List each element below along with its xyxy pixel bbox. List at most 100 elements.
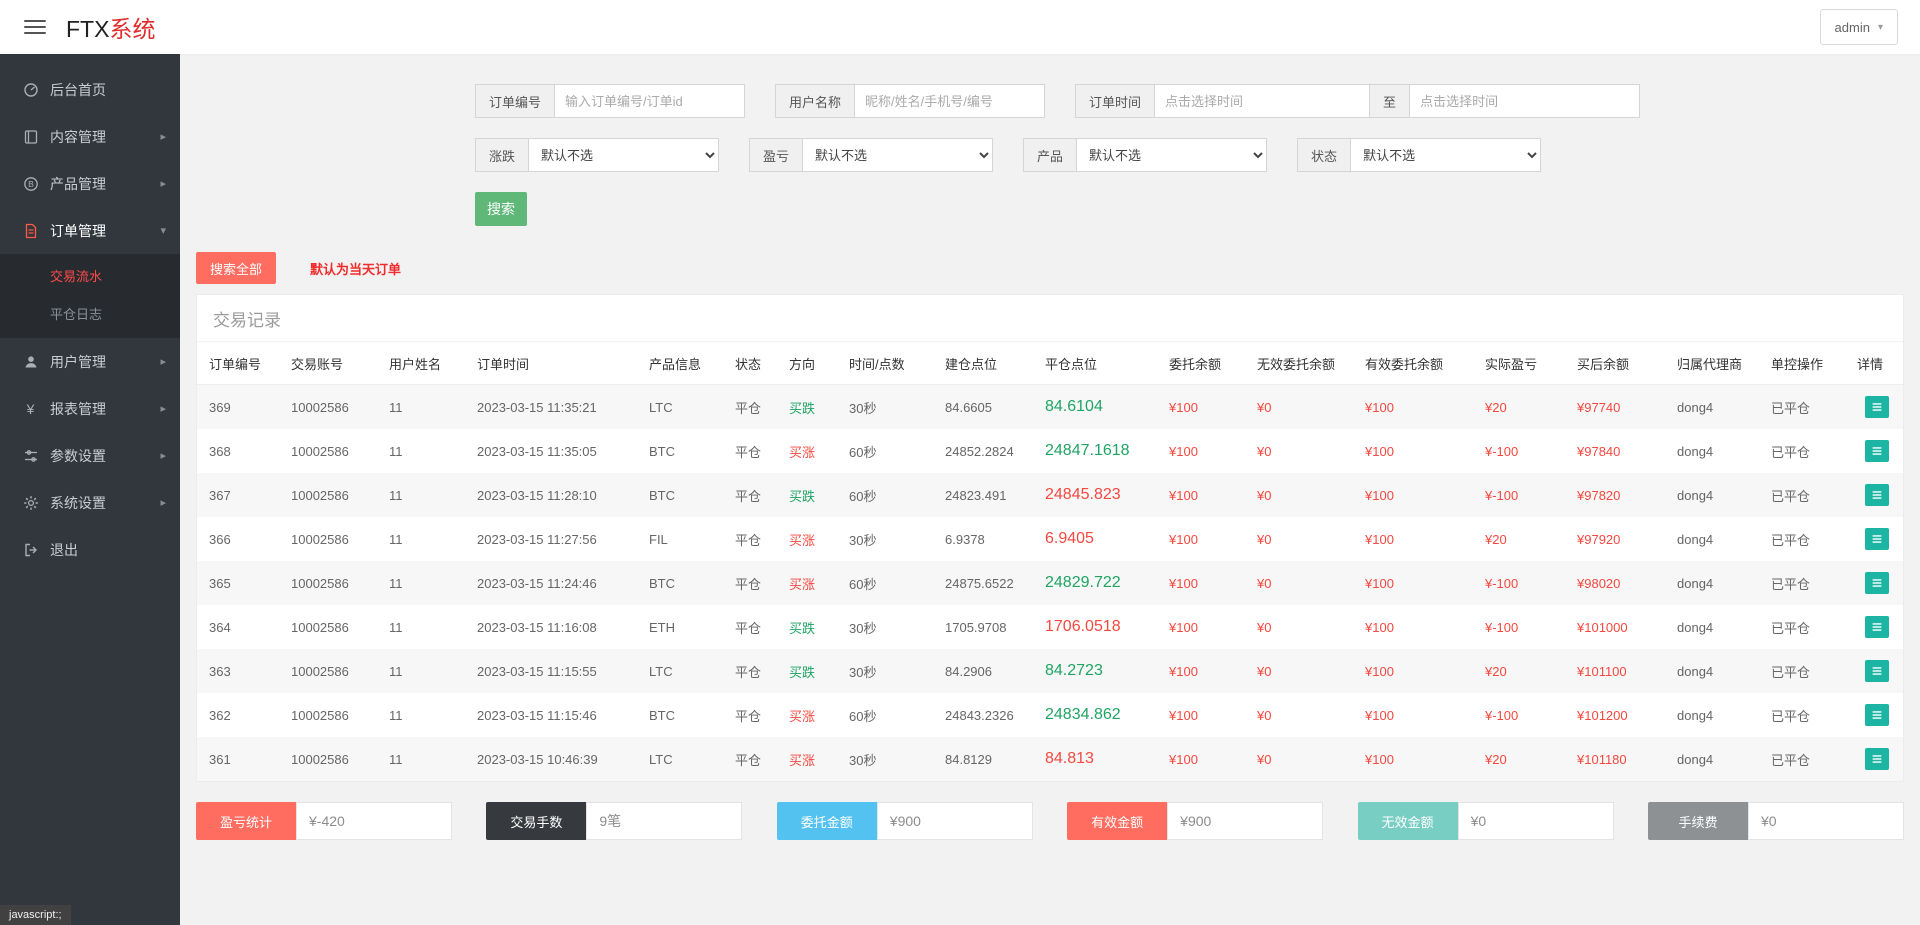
cell-order-no: 362 <box>197 693 285 737</box>
cell-status: 平仓 <box>729 693 783 737</box>
product-select[interactable]: 默认不选 <box>1077 138 1267 172</box>
detail-button[interactable] <box>1865 660 1889 682</box>
sidebar-item-content[interactable]: 内容管理 ▸ <box>0 113 180 160</box>
sidebar-item-logout[interactable]: 退出 <box>0 526 180 573</box>
summary-group: 手续费 <box>1648 802 1904 840</box>
summary-value[interactable] <box>586 802 742 840</box>
cell-order-no: 366 <box>197 517 285 561</box>
cell-entrust-balance: ¥100 <box>1163 605 1251 649</box>
detail-button[interactable] <box>1865 572 1889 594</box>
detail-button[interactable] <box>1865 528 1889 550</box>
summary-label: 手续费 <box>1648 802 1748 840</box>
list-icon <box>1870 752 1884 766</box>
detail-button[interactable] <box>1865 396 1889 418</box>
cell-detail <box>1851 429 1903 473</box>
cell-entrust-balance: ¥100 <box>1163 429 1251 473</box>
sidebar-item-system[interactable]: 系统设置 ▸ <box>0 479 180 526</box>
sidebar-subitem-close-log[interactable]: 平仓日志 <box>0 296 180 334</box>
summary-value[interactable] <box>1458 802 1614 840</box>
cell-control: 已平仓 <box>1765 473 1851 517</box>
cell-order-time: 2023-03-15 11:15:46 <box>471 693 643 737</box>
sidebar-item-params[interactable]: 参数设置 ▸ <box>0 432 180 479</box>
sidebar-item-users[interactable]: 用户管理 ▸ <box>0 338 180 385</box>
sidebar-item-reports[interactable]: ¥ 报表管理 ▸ <box>0 385 180 432</box>
sidebar-item-product[interactable]: B 产品管理 ▸ <box>0 160 180 207</box>
yen-icon: ¥ <box>22 400 39 417</box>
table-row: 363 10002586 11 2023-03-15 11:15:55 LTC … <box>197 649 1903 693</box>
detail-button[interactable] <box>1865 440 1889 462</box>
time-end-input[interactable] <box>1410 84 1640 118</box>
cell-control: 已平仓 <box>1765 649 1851 693</box>
column-header: 产品信息 <box>643 342 729 385</box>
sidebar: 后台首页 内容管理 ▸ B 产品管理 ▸ 订单管理 ▾ 交易流水 平仓日志 <box>0 54 180 925</box>
cell-duration: 30秒 <box>843 385 939 430</box>
table-row: 368 10002586 11 2023-03-15 11:35:05 BTC … <box>197 429 1903 473</box>
status-select[interactable]: 默认不选 <box>1351 138 1541 172</box>
detail-button[interactable] <box>1865 484 1889 506</box>
menu-toggle-icon[interactable] <box>24 16 46 38</box>
detail-button[interactable] <box>1865 616 1889 638</box>
rise-fall-select[interactable]: 默认不选 <box>529 138 719 172</box>
cell-invalid-entrust: ¥0 <box>1251 429 1359 473</box>
cell-account: 10002586 <box>285 693 383 737</box>
cell-direction: 买跌 <box>783 385 843 430</box>
cell-after-balance: ¥97840 <box>1571 429 1671 473</box>
status-label: 状态 <box>1297 138 1351 172</box>
search-all-button[interactable]: 搜索全部 <box>196 252 276 284</box>
cell-invalid-entrust: ¥0 <box>1251 561 1359 605</box>
cell-direction: 买涨 <box>783 517 843 561</box>
user-menu-button[interactable]: admin ▾ <box>1820 9 1898 45</box>
cell-status: 平仓 <box>729 473 783 517</box>
cell-product: BTC <box>643 693 729 737</box>
list-icon <box>1870 664 1884 678</box>
summary-value[interactable] <box>1748 802 1904 840</box>
cell-after-balance: ¥97820 <box>1571 473 1671 517</box>
detail-button[interactable] <box>1865 704 1889 726</box>
list-icon <box>1870 532 1884 546</box>
profit-select[interactable]: 默认不选 <box>803 138 993 172</box>
list-icon <box>1870 576 1884 590</box>
cell-valid-entrust: ¥100 <box>1359 693 1479 737</box>
summary-value[interactable] <box>1167 802 1323 840</box>
cell-direction: 买跌 <box>783 605 843 649</box>
search-button[interactable]: 搜索 <box>475 192 527 226</box>
cell-agent: dong4 <box>1671 561 1765 605</box>
detail-button[interactable] <box>1865 748 1889 770</box>
order-no-input[interactable] <box>555 84 745 118</box>
summary-value[interactable] <box>296 802 452 840</box>
cell-valid-entrust: ¥100 <box>1359 561 1479 605</box>
cell-status: 平仓 <box>729 605 783 649</box>
summary-value[interactable] <box>877 802 1033 840</box>
cell-order-time: 2023-03-15 11:16:08 <box>471 605 643 649</box>
cell-duration: 30秒 <box>843 737 939 781</box>
cell-control: 已平仓 <box>1765 605 1851 649</box>
sidebar-item-label: 系统设置 <box>50 493 106 513</box>
status-group: 状态 默认不选 <box>1297 138 1541 172</box>
cell-close-point: 1706.0518 <box>1039 605 1163 649</box>
cell-account: 10002586 <box>285 649 383 693</box>
summary-bar: 盈亏统计 交易手数 委托金额 有效金额 无效金额 手续费 <box>196 802 1904 840</box>
sidebar-item-label: 订单管理 <box>50 221 106 241</box>
cell-valid-entrust: ¥100 <box>1359 473 1479 517</box>
cell-actual-profit: ¥20 <box>1479 517 1571 561</box>
order-time-group: 订单时间 至 <box>1075 84 1640 118</box>
cell-after-balance: ¥101200 <box>1571 693 1671 737</box>
user-name-input[interactable] <box>855 84 1045 118</box>
chevron-right-icon: ▸ <box>160 177 166 190</box>
sidebar-item-dashboard[interactable]: 后台首页 <box>0 66 180 113</box>
coin-icon: B <box>22 175 39 192</box>
cell-user-name: 11 <box>383 693 471 737</box>
cell-agent: dong4 <box>1671 517 1765 561</box>
cell-valid-entrust: ¥100 <box>1359 649 1479 693</box>
cell-invalid-entrust: ¥0 <box>1251 473 1359 517</box>
time-start-input[interactable] <box>1155 84 1370 118</box>
cell-close-point: 24845.823 <box>1039 473 1163 517</box>
list-icon <box>1870 620 1884 634</box>
book-icon <box>22 128 39 145</box>
cell-close-point: 6.9405 <box>1039 517 1163 561</box>
column-header: 建仓点位 <box>939 342 1039 385</box>
chevron-right-icon: ▸ <box>160 449 166 462</box>
sidebar-item-orders[interactable]: 订单管理 ▾ <box>0 207 180 254</box>
sidebar-subitem-trade-flow[interactable]: 交易流水 <box>0 258 180 296</box>
cell-account: 10002586 <box>285 561 383 605</box>
